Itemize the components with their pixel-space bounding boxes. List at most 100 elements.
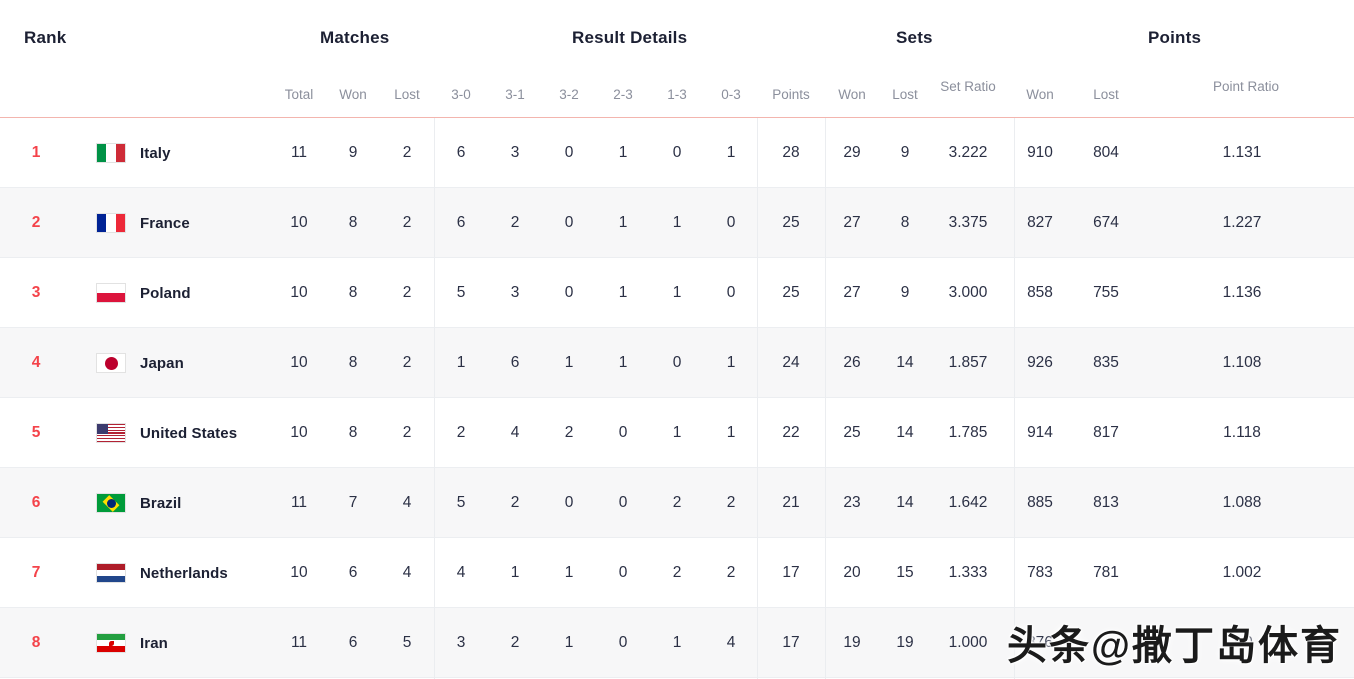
cell-ptswon: 885 [1027, 494, 1053, 511]
cell-s23: 0 [618, 424, 628, 441]
cell-s32: 0 [564, 214, 574, 231]
flag-icon-jp [96, 353, 126, 373]
cell-setratio: 3.222 [948, 144, 988, 161]
cell-s30: 6 [456, 214, 466, 231]
cell-setslost: 8 [900, 214, 910, 231]
cell-s30: 5 [456, 284, 466, 301]
cell-ptswon: 783 [1027, 564, 1053, 581]
standings-table: Rank Matches Result Details Sets Points … [0, 0, 1354, 679]
cell-s13: 0 [672, 144, 682, 161]
cell-s23: 1 [618, 214, 628, 231]
cell-ptswon: 910 [1027, 144, 1053, 161]
cell-ptslost: 835 [1093, 354, 1119, 371]
cell-s13: 2 [672, 564, 682, 581]
cell-lost: 2 [402, 354, 412, 371]
column-header-pointratio: Point Ratio [1213, 79, 1280, 94]
cell-s13: 0 [672, 354, 682, 371]
rank-value: 7 [31, 564, 41, 581]
cell-total: 10 [290, 354, 308, 371]
column-header-setratio: Set Ratio [940, 79, 996, 94]
cell-s31: 3 [510, 284, 520, 301]
team-cell[interactable]: Poland [96, 258, 191, 328]
cell-lost: 2 [402, 214, 412, 231]
cell-mpoints: 21 [782, 494, 800, 511]
cell-s03: 0 [726, 284, 736, 301]
cell-setswon: 27 [843, 214, 861, 231]
cell-s03: 0 [726, 214, 736, 231]
cell-lost: 4 [402, 564, 412, 581]
team-cell[interactable]: Japan [96, 328, 184, 398]
column-header-mpoints: Points [772, 87, 810, 102]
column-header-s03: 0-3 [721, 87, 741, 102]
team-cell[interactable]: Italy [96, 118, 171, 188]
cell-pointratio: 1.136 [1222, 284, 1262, 301]
cell-ptswon: 827 [1027, 214, 1053, 231]
cell-setslost: 9 [900, 144, 910, 161]
cell-s32: 0 [564, 494, 574, 511]
cell-setswon: 26 [843, 354, 861, 371]
cell-setratio: 3.000 [948, 284, 988, 301]
cell-total: 10 [290, 214, 308, 231]
cell-total: 11 [290, 494, 308, 511]
cell-s03: 2 [726, 494, 736, 511]
team-name: Iran [140, 634, 168, 652]
cell-s30: 1 [456, 354, 466, 371]
cell-s30: 3 [456, 634, 466, 651]
cell-s03: 4 [726, 634, 736, 651]
cell-s31: 2 [510, 494, 520, 511]
table-row[interactable]: 2 France 10 8 2 6 2 0 1 1 0 25 27 8 3.375 827 674 1.227 [0, 188, 1354, 258]
cell-s32: 1 [564, 354, 574, 371]
cell-s30: 6 [456, 144, 466, 161]
rank-value: 6 [31, 494, 41, 511]
cell-s31: 4 [510, 424, 520, 441]
column-header-s32: 3-2 [559, 87, 579, 102]
watermark: 头条@撒丁岛体育 [1006, 624, 1342, 668]
cell-lost: 2 [402, 144, 412, 161]
table-row[interactable]: 5 United States 10 8 2 2 4 2 0 1 1 22 25 14 1.785 914 81… [0, 398, 1354, 468]
cell-s03: 2 [726, 564, 736, 581]
table-row[interactable]: 3 Poland 10 8 2 5 3 0 1 1 0 25 27 9 3.000 858 755 1.136 [0, 258, 1354, 328]
cell-s23: 0 [618, 564, 628, 581]
cell-lost: 2 [402, 284, 412, 301]
team-cell[interactable]: France [96, 188, 190, 258]
cell-setswon: 20 [843, 564, 861, 581]
cell-mpoints: 22 [782, 424, 800, 441]
team-cell[interactable]: Netherlands [96, 538, 228, 608]
cell-s03: 1 [726, 144, 736, 161]
cell-setslost: 14 [896, 494, 914, 511]
cell-s32: 1 [564, 634, 574, 651]
cell-setslost: 14 [896, 424, 914, 441]
team-cell[interactable]: Brazil [96, 468, 181, 538]
table-row[interactable]: 6 Brazil 11 7 4 5 2 0 0 2 2 21 23 14 1.642 885 813 1.088 [0, 468, 1354, 538]
team-name: United States [140, 424, 238, 442]
cell-s23: 1 [618, 144, 628, 161]
cell-setratio: 1.333 [948, 564, 988, 581]
column-header-setslost: Lost [892, 87, 918, 102]
team-cell[interactable]: Iran [96, 608, 168, 678]
team-name: Netherlands [140, 564, 228, 582]
cell-s30: 5 [456, 494, 466, 511]
table-column-header: Total Won Lost 3-0 3-1 3-2 2-3 1-3 0-3 Points Won L… [0, 72, 1354, 117]
cell-setslost: 14 [896, 354, 914, 371]
cell-ptslost: 817 [1093, 424, 1119, 441]
cell-s23: 0 [618, 634, 628, 651]
team-name: Italy [140, 144, 171, 162]
rank-value: 5 [31, 424, 41, 441]
cell-ptslost: 813 [1093, 494, 1119, 511]
team-name: Brazil [140, 494, 182, 512]
team-name: Japan [140, 354, 184, 372]
rank-value: 8 [31, 634, 41, 651]
cell-setratio: 3.375 [948, 214, 988, 231]
cell-pointratio: 1.227 [1222, 214, 1262, 231]
cell-s31: 2 [510, 634, 520, 651]
table-row[interactable]: 7 Netherlands 10 6 4 4 1 1 0 2 2 17 20 15 1.333 783 781 1… [0, 538, 1354, 608]
table-row[interactable]: 1 Italy 11 9 2 6 3 0 1 0 1 28 29 9 3.222 910 804 1.131 [0, 118, 1354, 188]
table-row[interactable]: 4 Japan 10 8 2 1 6 1 1 0 1 24 26 14 1.857 926 835 1.108 [0, 328, 1354, 398]
cell-pointratio: 1.108 [1222, 354, 1262, 371]
cell-s23: 0 [618, 494, 628, 511]
team-cell[interactable]: United States [96, 398, 237, 468]
cell-s32: 0 [564, 284, 574, 301]
cell-s31: 2 [510, 214, 520, 231]
column-header-ptswon: Won [1026, 87, 1054, 102]
cell-total: 11 [290, 144, 308, 161]
